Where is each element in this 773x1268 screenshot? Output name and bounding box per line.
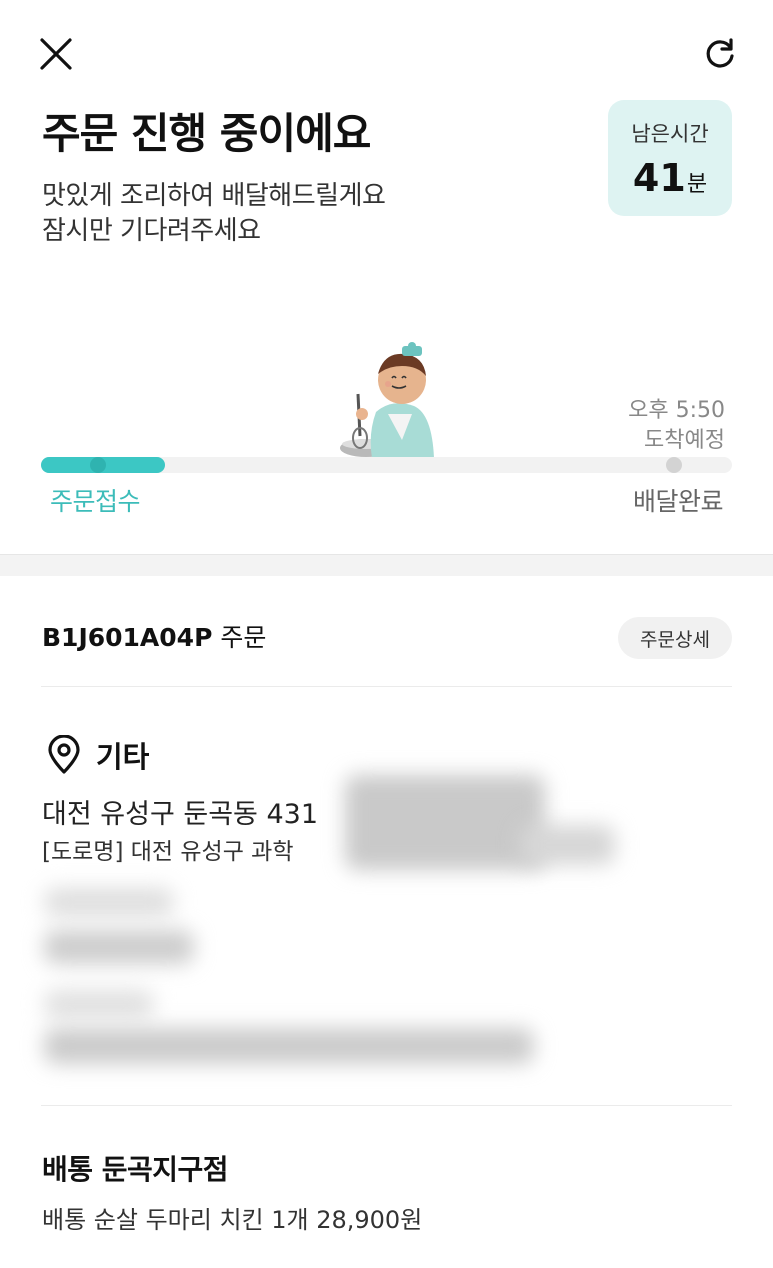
- chef-illustration: [340, 342, 434, 458]
- address-line2: [도로명] 대전 유성구 과학: [42, 839, 294, 865]
- page-title: 주문 진행 중이에요: [42, 109, 371, 158]
- order-suffix: 주문: [220, 623, 267, 652]
- section-divider: [0, 554, 773, 576]
- address-line1: 대전 유성구 둔곡동 431: [42, 799, 319, 830]
- order-number-row: B1J601A04P 주문: [42, 618, 266, 654]
- divider: [41, 1105, 732, 1106]
- remaining-time-unit: 분: [686, 172, 708, 197]
- remaining-time-box: 남은시간 41 분: [608, 100, 732, 216]
- status-subtitle-line1: 맛있게 조리하여 배달해드릴게요: [42, 181, 386, 211]
- progress-track: [41, 457, 732, 473]
- redacted-rider-text: [44, 1028, 534, 1064]
- remaining-time-value: 41: [632, 156, 686, 200]
- location-pin-icon: [48, 735, 80, 774]
- redacted-address-detail: [345, 775, 545, 870]
- refresh-icon: [706, 38, 734, 68]
- close-icon: [40, 38, 72, 70]
- progress-dot-end: [666, 457, 682, 473]
- refresh-button[interactable]: [694, 28, 746, 80]
- step-label-start: 주문접수: [50, 487, 141, 516]
- redacted-rider-label: [44, 990, 154, 1018]
- step-label-end: 배달완료: [632, 487, 724, 516]
- store-name: 배통 둔곡지구점: [42, 1153, 229, 1186]
- redacted-request-label: [44, 888, 174, 916]
- eta-time: 오후 5:50: [628, 398, 725, 423]
- status-subtitle-line2: 잠시만 기다려주세요: [42, 216, 261, 246]
- progress-dot-start: [90, 457, 106, 473]
- eta-label: 도착예정: [644, 428, 725, 453]
- redacted-request-text: [44, 930, 194, 964]
- divider: [41, 686, 732, 687]
- order-item: 배통 순살 두마리 치킨 1개 28,900원: [42, 1206, 423, 1234]
- location-label: 기타: [96, 740, 150, 774]
- redacted-address-extra: [520, 825, 615, 865]
- close-button[interactable]: [30, 28, 82, 80]
- location-header: 기타: [46, 734, 149, 776]
- order-detail-button[interactable]: 주문상세: [618, 617, 732, 659]
- remaining-time-label: 남은시간: [631, 122, 709, 146]
- order-id: B1J601A04P: [42, 623, 213, 652]
